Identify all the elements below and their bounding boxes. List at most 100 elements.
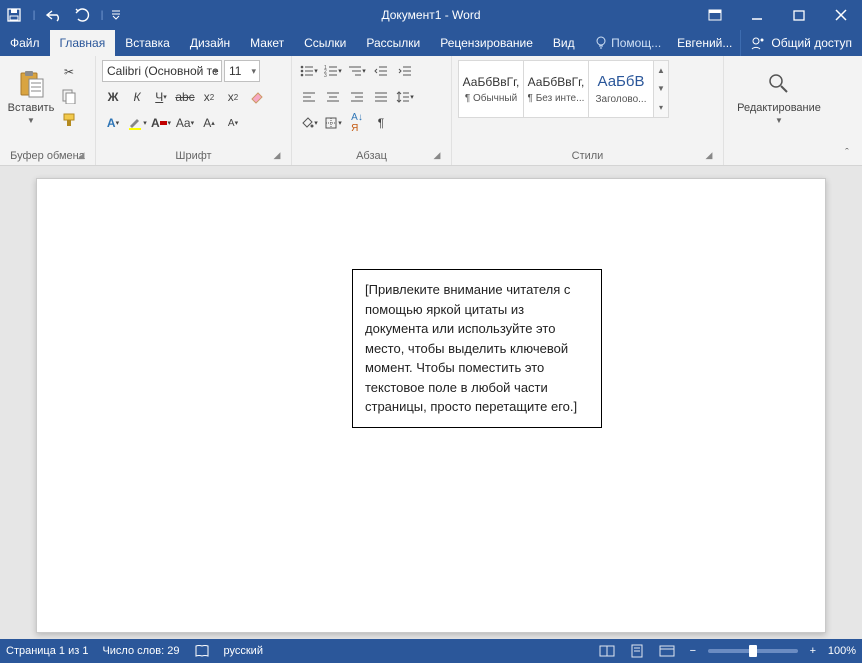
show-marks-button[interactable]: ¶ (370, 112, 392, 134)
close-icon[interactable] (820, 0, 862, 30)
line-spacing-button[interactable]: ▾ (394, 86, 416, 108)
line-spacing-icon (396, 90, 410, 104)
multilevel-list-button[interactable]: ▾ (346, 60, 368, 82)
justify-button[interactable] (370, 86, 392, 108)
chevron-up-icon: ▲ (657, 66, 665, 75)
tab-view[interactable]: Вид (543, 30, 585, 56)
strikethrough-button[interactable]: abc (174, 86, 196, 108)
style-no-spacing[interactable]: АаБбВвГг, ¶ Без инте... (523, 60, 589, 118)
collapse-ribbon-button[interactable]: ˆ (838, 145, 856, 161)
font-name-dropdown[interactable]: Calibri (Основной те (102, 60, 222, 82)
align-left-button[interactable] (298, 86, 320, 108)
paste-button[interactable]: Вставить ▼ (6, 60, 56, 132)
underline-button[interactable]: Ч▾ (150, 86, 172, 108)
tab-home[interactable]: Главная (50, 30, 116, 56)
save-icon[interactable] (0, 0, 28, 30)
zoom-out-button[interactable]: − (686, 645, 700, 657)
account-name[interactable]: Евгений... (669, 30, 740, 56)
paste-icon (15, 68, 47, 100)
bullets-button[interactable]: ▾ (298, 60, 320, 82)
group-editing: Редактирование ▼ (724, 56, 834, 165)
status-page[interactable]: Страница 1 из 1 (6, 645, 88, 657)
tell-me[interactable]: Помощ... (587, 30, 669, 56)
tab-insert[interactable]: Вставка (115, 30, 180, 56)
view-web-layout[interactable] (656, 642, 678, 660)
font-color-button[interactable]: A▾ (150, 112, 172, 134)
qat-customize-icon[interactable] (108, 0, 124, 30)
tab-review[interactable]: Рецензирование (430, 30, 543, 56)
zoom-in-button[interactable]: + (806, 645, 820, 657)
svg-text:3: 3 (324, 73, 327, 77)
brush-icon (61, 112, 77, 128)
format-painter-button[interactable] (58, 110, 80, 130)
shading-button[interactable]: ▾ (298, 112, 320, 134)
superscript-button[interactable]: x2 (222, 86, 244, 108)
dialog-launcher-icon[interactable]: ◢ (271, 150, 283, 162)
align-right-button[interactable] (346, 86, 368, 108)
align-center-button[interactable] (322, 86, 344, 108)
eraser-icon (249, 90, 265, 104)
increase-indent-button[interactable] (394, 60, 416, 82)
bullets-icon (300, 65, 314, 77)
dialog-launcher-icon[interactable]: ◢ (703, 150, 715, 162)
tab-references[interactable]: Ссылки (294, 30, 356, 56)
style-normal[interactable]: АаБбВвГг, ¶ Обычный (458, 60, 524, 118)
dialog-launcher-icon[interactable]: ◢ (431, 150, 443, 162)
title-bar: | | Документ1 - Word (0, 0, 862, 30)
highlighter-icon (127, 115, 143, 131)
font-size-dropdown[interactable]: 11 (224, 60, 260, 82)
status-word-count[interactable]: Число слов: 29 (102, 645, 179, 657)
styles-gallery-more[interactable]: ▲ ▼ ▾ (653, 60, 669, 118)
highlight-button[interactable]: ▾ (126, 112, 148, 134)
clear-formatting-button[interactable] (246, 86, 268, 108)
text-box[interactable]: [Привлеките внимание читателя с помощью … (352, 269, 602, 428)
zoom-slider-thumb[interactable] (749, 645, 757, 657)
copy-button[interactable] (58, 86, 80, 106)
group-paragraph: ▾ 123▾ ▾ ▾ ▾ ▾ A↓Я ¶ Абзац ◢ (292, 56, 452, 165)
tab-design[interactable]: Дизайн (180, 30, 240, 56)
paste-label: Вставить (8, 102, 55, 114)
zoom-slider[interactable] (708, 649, 798, 653)
multilevel-icon (348, 65, 362, 77)
ribbon: Вставить ▼ ✂ Буфер обмена ◢ Calibri (Осн… (0, 56, 862, 166)
cut-button[interactable]: ✂ (58, 62, 80, 82)
shrink-font-button[interactable]: A▾ (222, 112, 244, 134)
tab-file[interactable]: Файл (0, 30, 50, 56)
numbering-button[interactable]: 123▾ (322, 60, 344, 82)
group-font: Calibri (Основной те 11 Ж К Ч▾ abc x2 x2… (96, 56, 292, 165)
zoom-level[interactable]: 100% (828, 645, 856, 657)
justify-icon (374, 91, 388, 103)
share-button[interactable]: Общий доступ (740, 30, 862, 56)
borders-button[interactable]: ▾ (322, 112, 344, 134)
scissors-icon: ✂ (64, 65, 74, 79)
align-left-icon (302, 91, 316, 103)
change-case-button[interactable]: Aa▾ (174, 112, 196, 134)
ribbon-display-options-icon[interactable] (694, 0, 736, 30)
dialog-launcher-icon[interactable]: ◢ (75, 150, 87, 162)
tab-layout[interactable]: Макет (240, 30, 294, 56)
editing-label: Редактирование (737, 102, 821, 114)
group-clipboard: Вставить ▼ ✂ Буфер обмена ◢ (0, 56, 96, 165)
maximize-icon[interactable] (778, 0, 820, 30)
decrease-indent-button[interactable] (370, 60, 392, 82)
style-heading1[interactable]: АаБбВ Заголово... (588, 60, 654, 118)
subscript-button[interactable]: x2 (198, 86, 220, 108)
document-page[interactable]: [Привлеките внимание читателя с помощью … (36, 178, 826, 633)
status-language[interactable]: русский (224, 645, 263, 657)
minimize-icon[interactable] (736, 0, 778, 30)
document-workspace[interactable]: [Привлеките внимание читателя с помощью … (0, 166, 862, 639)
grow-font-button[interactable]: A▴ (198, 112, 220, 134)
sort-button[interactable]: A↓Я (346, 112, 368, 134)
status-bar: Страница 1 из 1 Число слов: 29 русский −… (0, 639, 862, 663)
bold-button[interactable]: Ж (102, 86, 124, 108)
undo-icon[interactable] (40, 0, 68, 30)
italic-button[interactable]: К (126, 86, 148, 108)
share-icon (751, 36, 765, 50)
view-read-mode[interactable] (596, 642, 618, 660)
text-effects-button[interactable]: A▾ (102, 112, 124, 134)
editing-button[interactable]: Редактирование ▼ (730, 60, 828, 132)
status-proofing[interactable] (194, 644, 210, 658)
view-print-layout[interactable] (626, 642, 648, 660)
tab-mailings[interactable]: Рассылки (356, 30, 430, 56)
redo-icon[interactable] (68, 0, 96, 30)
